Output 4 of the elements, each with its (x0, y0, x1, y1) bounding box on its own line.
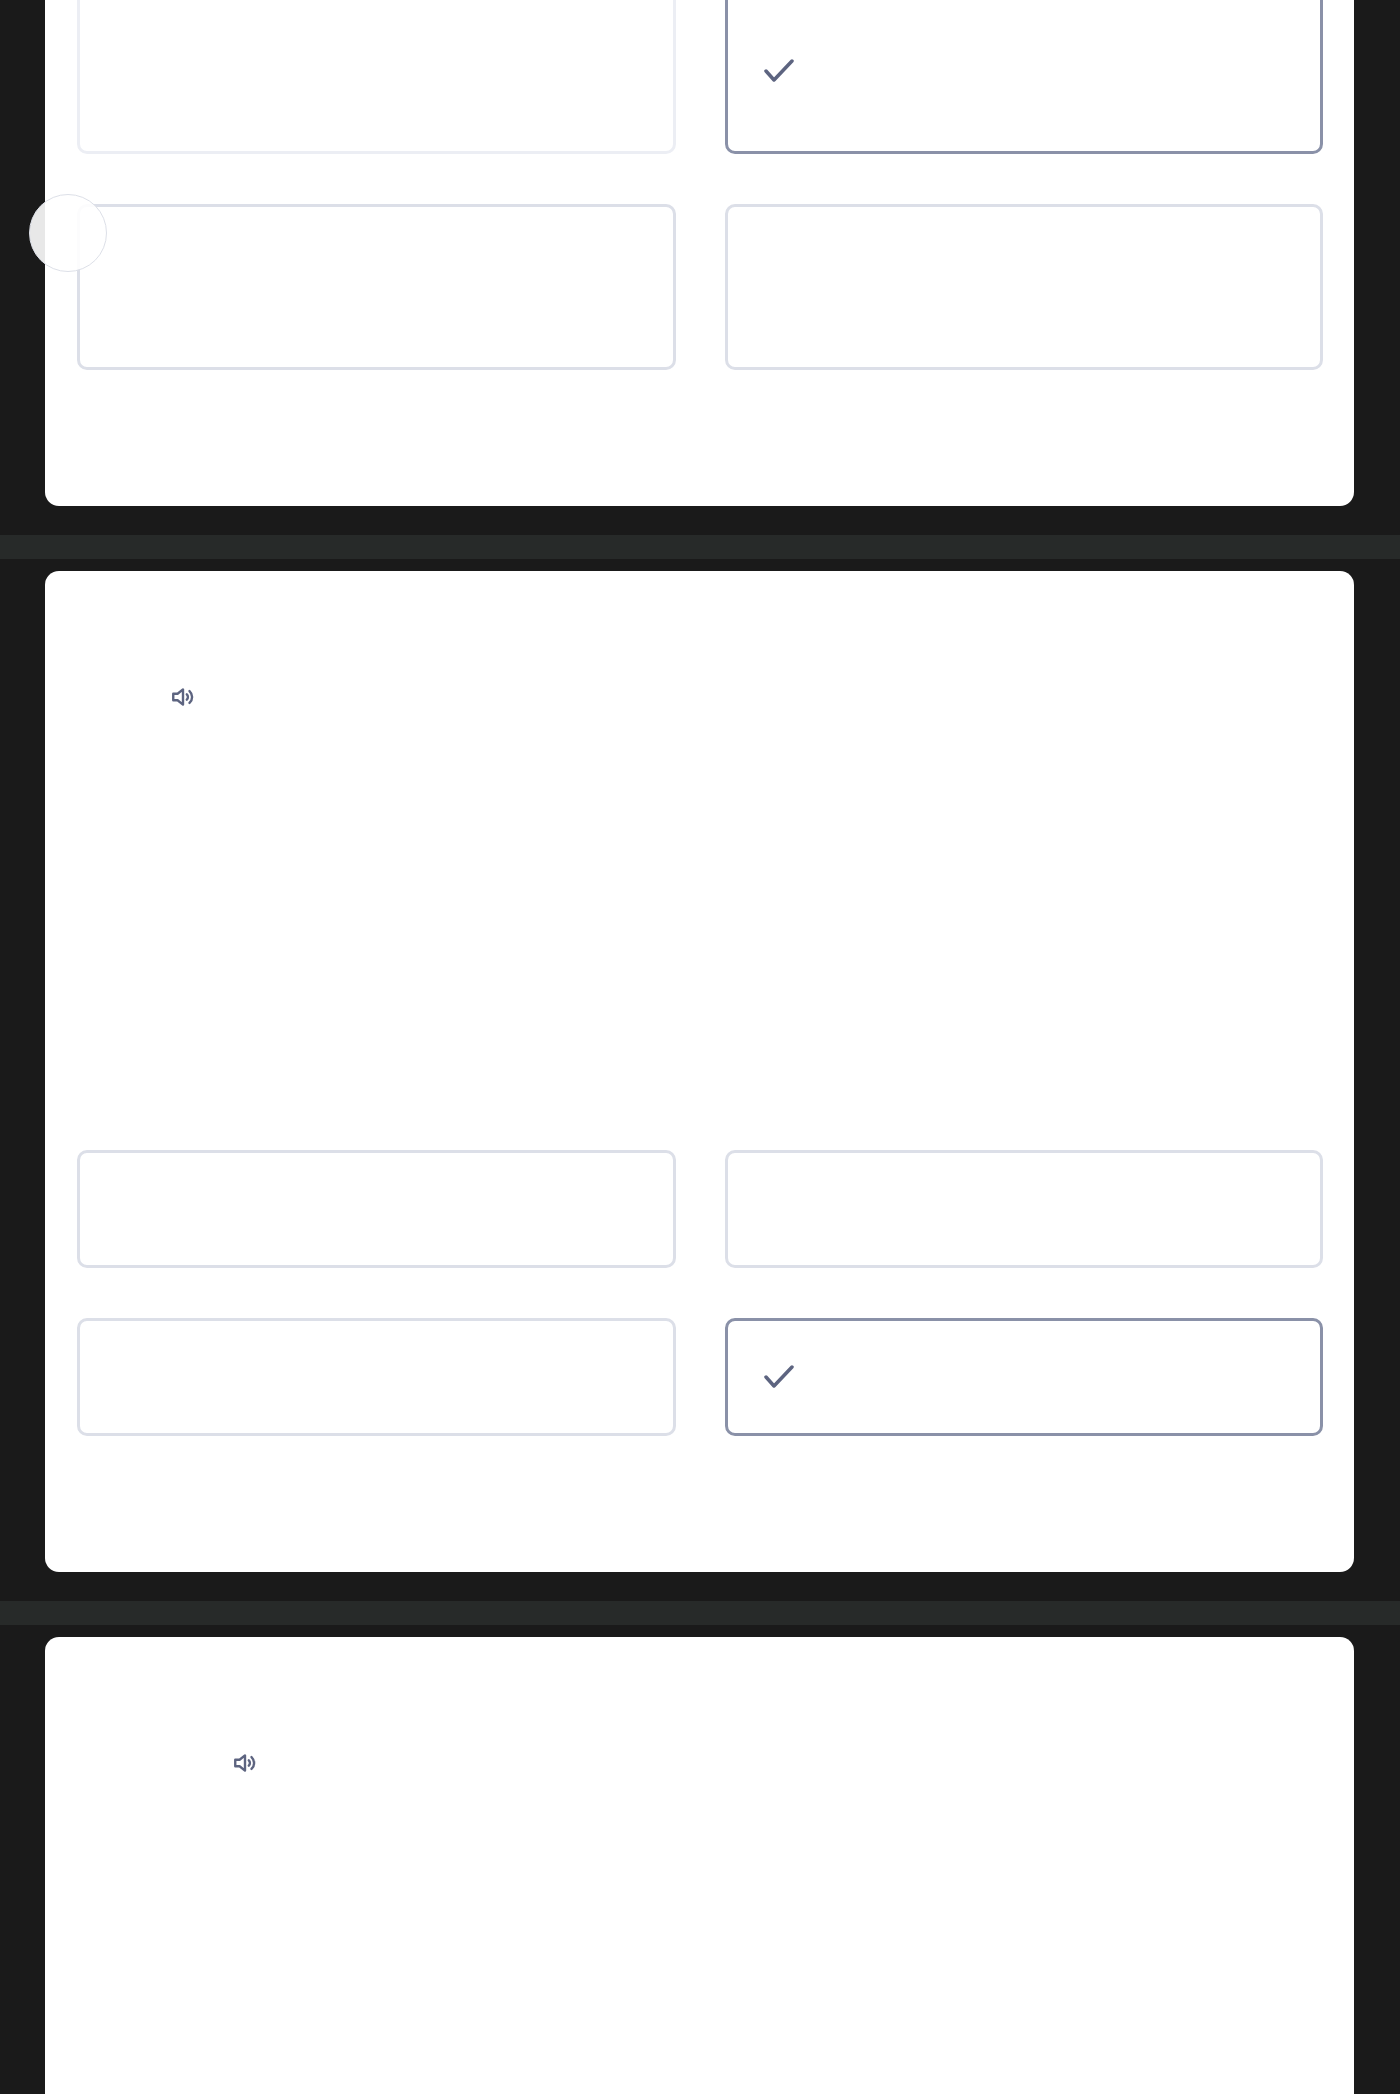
check-icon (763, 1365, 794, 1389)
answer-option[interactable] (724, 0, 1323, 154)
check-icon (763, 59, 794, 83)
answer-option[interactable] (724, 1318, 1323, 1436)
